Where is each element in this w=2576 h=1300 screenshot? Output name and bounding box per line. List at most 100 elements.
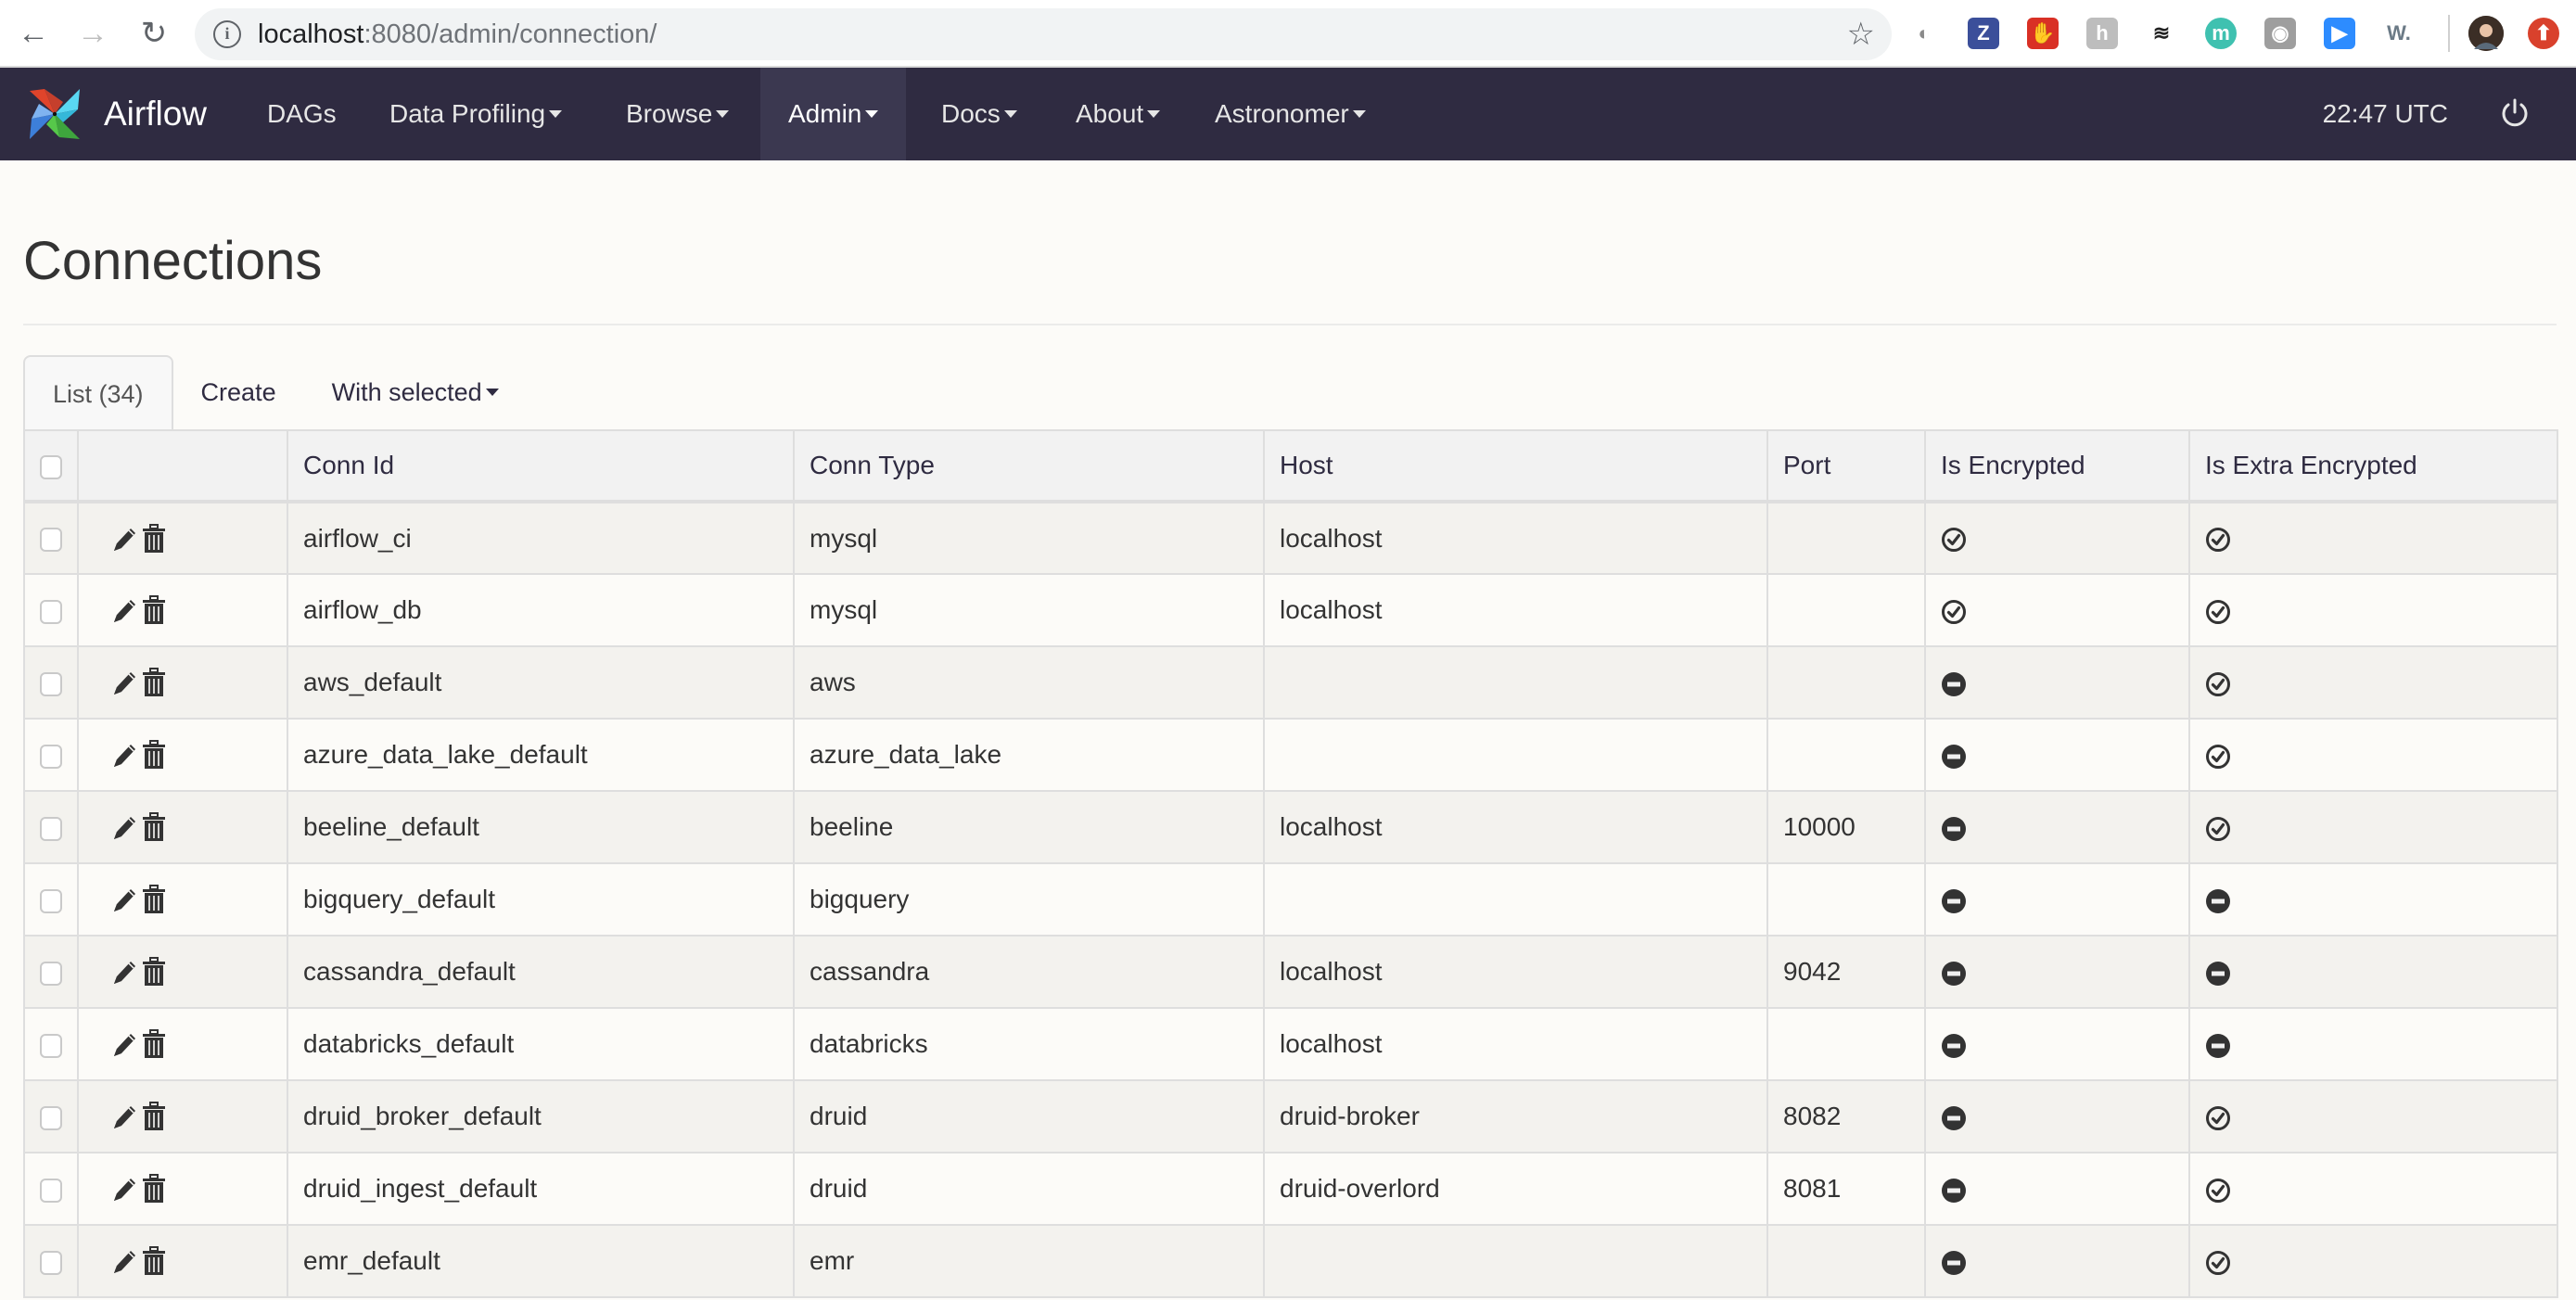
extension-h-icon[interactable]: h xyxy=(2086,18,2118,49)
address-bar[interactable]: i localhost:8080/admin/connection/ ☆ xyxy=(195,8,1892,60)
conn-type-cell: mysql xyxy=(793,501,1265,575)
update-button[interactable]: ⬆ xyxy=(2528,18,2559,49)
reload-icon: ↻ xyxy=(140,16,168,51)
check-circle-icon xyxy=(2206,1250,2230,1275)
pencil-icon[interactable] xyxy=(110,884,138,915)
pencil-icon[interactable] xyxy=(110,594,138,626)
url-text[interactable]: localhost:8080/admin/connection/ xyxy=(258,19,657,49)
pencil-icon[interactable] xyxy=(110,1245,138,1277)
extension-buffer-icon[interactable]: ≋ xyxy=(2146,18,2177,49)
conn-id: druid_ingest_default xyxy=(303,1174,538,1203)
forward-button[interactable]: → xyxy=(72,13,113,54)
row-select-cell xyxy=(23,1007,79,1081)
column-header-is-encrypted[interactable]: Is Encrypted xyxy=(1924,429,2190,503)
pencil-icon[interactable] xyxy=(110,956,138,988)
row-checkbox[interactable] xyxy=(40,671,62,696)
extension-m-icon[interactable]: m xyxy=(2205,18,2237,49)
brand-link[interactable]: Airflow xyxy=(26,86,207,142)
top-navbar: Airflow DAGs Data Profiling Browse Admin Doc… xyxy=(0,68,2576,160)
extension-z-icon[interactable]: Z xyxy=(1968,18,1999,49)
conn-id: azure_data_lake_default xyxy=(303,740,588,769)
trash-icon[interactable] xyxy=(140,1173,168,1204)
extension-camera-icon[interactable]: ◉ xyxy=(2264,18,2296,49)
trash-icon[interactable] xyxy=(140,667,168,698)
column-header-conn-id[interactable]: Conn Id xyxy=(287,429,795,503)
column-header-conn-type[interactable]: Conn Type xyxy=(793,429,1265,503)
pencil-icon[interactable] xyxy=(110,1028,138,1060)
trash-icon[interactable] xyxy=(140,1101,168,1132)
minus-circle-icon xyxy=(1942,671,1966,696)
pencil-icon[interactable] xyxy=(110,667,138,698)
pencil-icon[interactable] xyxy=(110,1173,138,1204)
pencil-icon[interactable] xyxy=(110,1101,138,1132)
port-cell xyxy=(1766,862,1926,937)
extension-adblock-icon[interactable]: ✋ xyxy=(2027,18,2059,49)
row-checkbox[interactable] xyxy=(40,599,62,624)
row-checkbox[interactable] xyxy=(40,1250,62,1275)
nav-item-browse[interactable]: Browse xyxy=(598,68,757,160)
conn-id-cell: emr_default xyxy=(287,1224,795,1298)
pencil-icon[interactable] xyxy=(110,739,138,771)
trash-icon[interactable] xyxy=(140,884,168,915)
caret-down-icon xyxy=(1352,109,1366,118)
host-cell: druid-overlord xyxy=(1263,1152,1768,1226)
row-select-cell xyxy=(23,935,79,1009)
trash-icon[interactable] xyxy=(140,1245,168,1277)
row-checkbox[interactable] xyxy=(40,888,62,913)
extension-zoom-icon[interactable]: ▶ xyxy=(2324,18,2355,49)
trash-icon[interactable] xyxy=(140,594,168,626)
trash-icon[interactable] xyxy=(140,523,168,554)
tab-list[interactable]: List (34) xyxy=(23,355,173,429)
row-checkbox[interactable] xyxy=(40,1178,62,1203)
pencil-icon[interactable] xyxy=(110,811,138,843)
is-extra-encrypted-cell xyxy=(2188,1079,2558,1153)
pencil-icon[interactable] xyxy=(110,523,138,554)
nav-item-label: About xyxy=(1076,99,1144,128)
host: druid-overlord xyxy=(1280,1174,1440,1203)
trash-icon[interactable] xyxy=(140,811,168,843)
row-select-cell xyxy=(23,501,79,575)
trash-icon[interactable] xyxy=(140,956,168,988)
info-icon[interactable]: i xyxy=(213,20,241,48)
check-circle-icon xyxy=(2206,671,2230,696)
conn-type-cell: databricks xyxy=(793,1007,1265,1081)
tab-create[interactable]: Create xyxy=(173,355,304,429)
row-checkbox[interactable] xyxy=(40,744,62,769)
star-icon[interactable]: ☆ xyxy=(1847,16,1875,53)
select-all-checkbox[interactable] xyxy=(40,454,62,479)
table-row: druid_ingest_default druid druid-overlord 8… xyxy=(23,1152,2558,1226)
nav-item-admin[interactable]: Admin xyxy=(760,68,907,160)
row-actions xyxy=(77,645,288,720)
nav-item-about[interactable]: About xyxy=(1048,68,1188,160)
row-checkbox[interactable] xyxy=(40,528,62,553)
column-header-is-extra-encrypted[interactable]: Is Extra Encrypted xyxy=(2188,429,2558,503)
power-icon[interactable] xyxy=(2500,97,2530,129)
extension-w-icon[interactable]: W. xyxy=(2383,18,2415,49)
conn-type-cell: aws xyxy=(793,645,1265,720)
reload-button[interactable]: ↻ xyxy=(134,13,174,54)
port-cell xyxy=(1766,718,1926,792)
row-select-cell xyxy=(23,1152,79,1226)
row-checkbox[interactable] xyxy=(40,816,62,841)
row-checkbox[interactable] xyxy=(40,1105,62,1130)
nav-item-dags[interactable]: DAGs xyxy=(239,68,364,160)
is-encrypted-cell xyxy=(1924,1079,2190,1153)
row-select-cell xyxy=(23,1079,79,1153)
nav-item-data-profiling[interactable]: Data Profiling xyxy=(362,68,590,160)
row-checkbox[interactable] xyxy=(40,1033,62,1058)
nav-item-astronomer[interactable]: Astronomer xyxy=(1187,68,1394,160)
avatar[interactable] xyxy=(2468,16,2504,51)
tab-with-selected[interactable]: With selected xyxy=(304,355,527,429)
back-button[interactable]: ← xyxy=(13,13,54,54)
nav-item-label: Admin xyxy=(788,99,862,128)
extension-circle-icon[interactable]: ◐ xyxy=(1908,18,1940,49)
minus-circle-icon xyxy=(1942,961,1966,986)
minus-circle-icon xyxy=(1942,816,1966,841)
column-header-host[interactable]: Host xyxy=(1263,429,1768,503)
row-checkbox[interactable] xyxy=(40,961,62,986)
column-header-port[interactable]: Port xyxy=(1766,429,1926,503)
trash-icon[interactable] xyxy=(140,1028,168,1060)
trash-icon[interactable] xyxy=(140,739,168,771)
conn-id-cell: druid_ingest_default xyxy=(287,1152,795,1226)
nav-item-docs[interactable]: Docs xyxy=(913,68,1045,160)
